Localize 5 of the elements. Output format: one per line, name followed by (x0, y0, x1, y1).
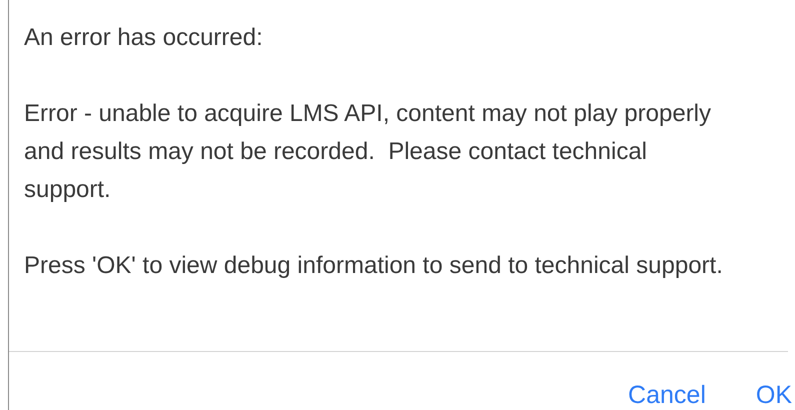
dialog-message: Press 'OK' to view debug information to send to technical support. (24, 251, 724, 281)
dialog-message: Error - unable to acquire LMS API, content may not play properly and results may not be recorded. Please contact technical support. (24, 99, 712, 205)
ok-button[interactable]: OK (756, 380, 792, 410)
cancel-button[interactable]: Cancel (628, 380, 706, 410)
dialog-heading: An error has occurred: (24, 23, 264, 53)
